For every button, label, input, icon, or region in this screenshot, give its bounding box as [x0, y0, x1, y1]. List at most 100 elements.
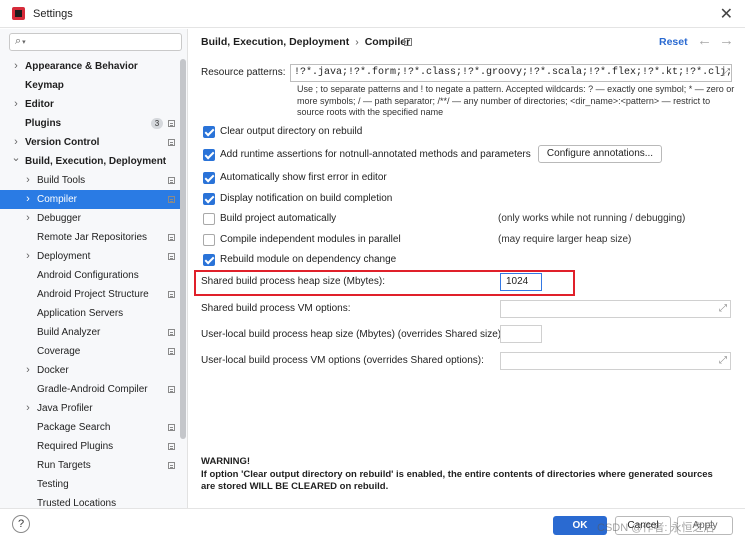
sidebar-item-label: Run Targets — [37, 460, 91, 471]
project-scope-icon — [168, 253, 175, 260]
sidebar-item[interactable]: Required Plugins — [0, 437, 180, 456]
sidebar-item-label: Remote Jar Repositories — [37, 232, 148, 243]
chevron-right-icon[interactable]: › — [23, 399, 33, 418]
project-scope-icon — [168, 120, 175, 127]
rebuild-warning: WARNING! If option 'Clear output directo… — [201, 456, 736, 494]
option-row: Display notification on build completion — [203, 192, 733, 206]
option-label[interactable]: Automatically show first error in editor — [220, 171, 387, 185]
sidebar-item[interactable]: Gradle-Android Compiler — [0, 380, 180, 399]
breadcrumb-separator-icon: › — [355, 36, 359, 48]
user-vm-options-input[interactable]: ⤢ — [500, 352, 731, 370]
sidebar-item[interactable]: › Docker — [0, 361, 180, 380]
forward-arrow-icon[interactable]: → — [719, 32, 734, 49]
heap-size-input[interactable]: 1024 — [500, 273, 542, 291]
title-bar: Settings ✕ — [0, 0, 745, 28]
sidebar-item[interactable]: Run Targets — [0, 456, 180, 475]
sidebar-item[interactable]: Android Configurations — [0, 266, 180, 285]
sidebar-item[interactable]: Build Analyzer — [0, 323, 180, 342]
help-button[interactable]: ? — [12, 515, 30, 533]
sidebar-item-label: Android Configurations — [37, 270, 139, 281]
close-icon[interactable]: ✕ — [720, 4, 733, 24]
help-line-3: source roots with the specified name — [297, 107, 444, 117]
checkbox-unchecked[interactable] — [203, 213, 215, 225]
expand-icon[interactable]: ⤢ — [719, 303, 727, 314]
project-scope-icon — [168, 177, 175, 184]
settings-search[interactable]: ⌕ — [9, 33, 182, 51]
configure-annotations-button[interactable]: Configure annotations... — [538, 145, 662, 163]
option-hint: (may require larger heap size) — [498, 234, 632, 245]
user-heap-size-input[interactable] — [500, 325, 542, 343]
sidebar-item[interactable]: › Build Tools — [0, 171, 180, 190]
sidebar-item-label: Deployment — [37, 251, 91, 262]
warning-text-line-2: are stored WILL BE CLEARED on rebuild. — [201, 481, 389, 492]
sidebar-item[interactable]: Android Project Structure — [0, 285, 180, 304]
expand-icon[interactable]: ⤢ — [722, 67, 730, 78]
project-scope-icon — [168, 234, 175, 241]
ok-button[interactable]: OK — [553, 516, 607, 535]
chevron-right-icon[interactable]: › — [23, 247, 33, 266]
checkbox-checked[interactable] — [203, 172, 215, 184]
content-header: Build, Execution, Deployment › Compiler Re… — [189, 29, 745, 56]
sidebar-item[interactable]: Testing — [0, 475, 180, 494]
checkbox-unchecked[interactable] — [203, 234, 215, 246]
expand-icon[interactable]: ⤢ — [719, 355, 727, 366]
sidebar-item[interactable]: Keymap — [0, 76, 180, 95]
sidebar-item[interactable]: › Deployment — [0, 247, 180, 266]
sidebar-item[interactable]: › Version Control — [0, 133, 180, 152]
option-row: Automatically show first error in editor — [203, 171, 733, 185]
warning-title: WARNING! — [201, 456, 251, 467]
reset-link[interactable]: Reset — [659, 36, 688, 48]
checkbox-checked[interactable] — [203, 193, 215, 205]
checkbox-checked[interactable] — [203, 149, 215, 161]
warning-text-line-1: If option 'Clear output directory on reb… — [201, 468, 713, 480]
resource-patterns-input[interactable]: !?*.java;!?*.form;!?*.class;!?*.groovy;!… — [290, 64, 732, 82]
checkbox-checked[interactable] — [203, 254, 215, 266]
breadcrumb-item-build[interactable]: Build, Execution, Deployment — [201, 36, 349, 48]
sidebar-item[interactable]: › Appearance & Behavior — [0, 57, 180, 76]
sidebar-item[interactable]: ⌄ Build, Execution, Deployment — [0, 152, 180, 171]
sidebar-item[interactable]: Plugins 3 — [0, 114, 180, 133]
sidebar-item-label: Coverage — [37, 346, 81, 357]
checkbox-checked[interactable] — [203, 126, 215, 138]
sidebar-item-label: Trusted Locations — [37, 498, 117, 508]
sidebar-item-label: Keymap — [25, 80, 64, 91]
chevron-right-icon[interactable]: › — [23, 190, 33, 209]
apply-button[interactable]: Apply — [677, 516, 733, 535]
option-label[interactable]: Build project automatically — [220, 212, 336, 226]
project-scope-icon — [168, 462, 175, 469]
chevron-down-icon[interactable]: ⌄ — [11, 149, 21, 168]
sidebar-item[interactable]: Trusted Locations — [0, 494, 180, 508]
sidebar-item-label: Build, Execution, Deployment — [25, 156, 167, 167]
sidebar-item[interactable]: Coverage — [0, 342, 180, 361]
option-row: Rebuild module on dependency change — [203, 253, 733, 267]
search-icon: ⌕ — [15, 35, 26, 48]
sidebar-item[interactable]: › Java Profiler — [0, 399, 180, 418]
chevron-right-icon[interactable]: › — [23, 209, 33, 228]
sidebar-item[interactable]: Remote Jar Repositories — [0, 228, 180, 247]
resource-patterns-help: Use ; to separate patterns and ! to nega… — [297, 84, 737, 119]
option-label[interactable]: Compile independent modules in parallel — [220, 233, 401, 247]
settings-search-input[interactable] — [34, 35, 179, 49]
sidebar-item[interactable]: Package Search — [0, 418, 180, 437]
option-label[interactable]: Clear output directory on rebuild — [220, 125, 362, 139]
sidebar-item[interactable]: › Compiler — [0, 190, 180, 209]
option-label[interactable]: Display notification on build completion — [220, 192, 392, 206]
chevron-right-icon[interactable]: › — [11, 95, 21, 114]
sidebar-scrollbar-thumb[interactable] — [180, 59, 186, 439]
chevron-right-icon[interactable]: › — [11, 57, 21, 76]
sidebar-item[interactable]: Application Servers — [0, 304, 180, 323]
vm-options-input[interactable]: ⤢ — [500, 300, 731, 318]
sidebar-item-label: Android Project Structure — [37, 289, 149, 300]
update-count-badge: 3 — [151, 118, 163, 129]
back-arrow-icon[interactable]: ← — [697, 32, 712, 49]
option-label[interactable]: Rebuild module on dependency change — [220, 253, 396, 267]
option-label[interactable]: Add runtime assertions for notnull-annot… — [220, 148, 531, 162]
sidebar-item[interactable]: › Editor — [0, 95, 180, 114]
cancel-button[interactable]: Cancel — [615, 516, 671, 535]
chevron-right-icon[interactable]: › — [23, 361, 33, 380]
sidebar-item[interactable]: › Debugger — [0, 209, 180, 228]
help-line-2: more symbols; / — path separator; /**/ —… — [297, 95, 711, 106]
settings-tree: › Appearance & Behavior Keymap › Editor Plugi… — [0, 57, 180, 508]
sidebar-item-label: Java Profiler — [37, 403, 93, 414]
chevron-right-icon[interactable]: › — [23, 171, 33, 190]
